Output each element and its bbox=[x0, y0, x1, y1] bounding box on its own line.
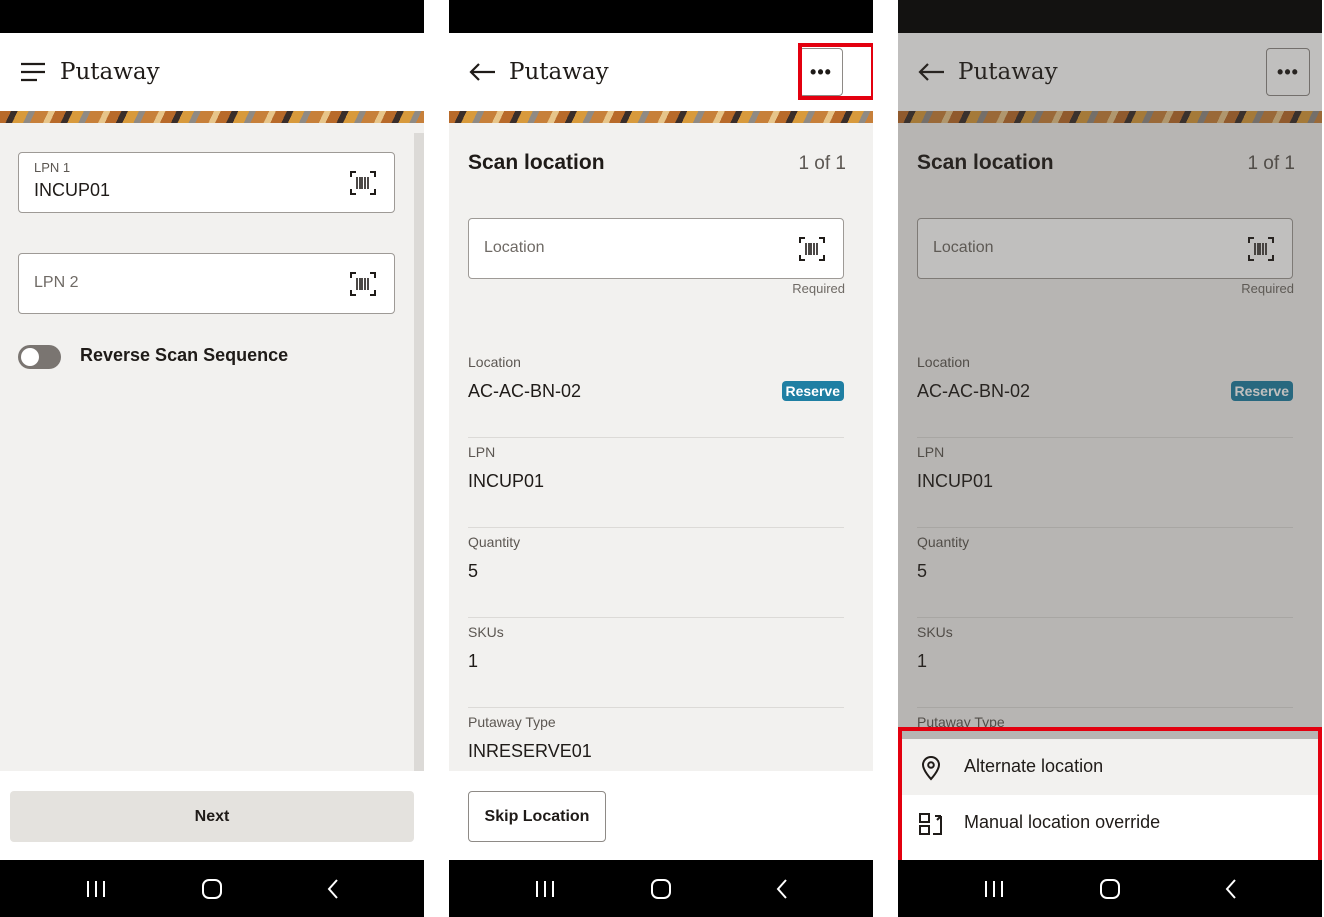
system-nav-bar bbox=[0, 860, 424, 917]
info-label: SKUs bbox=[468, 624, 504, 640]
location-field[interactable]: Location bbox=[468, 218, 844, 279]
scrollbar[interactable] bbox=[414, 133, 424, 771]
recent-apps-icon[interactable] bbox=[532, 876, 558, 902]
reverse-scan-label: Reverse Scan Sequence bbox=[80, 345, 289, 365]
required-hint: Required bbox=[792, 281, 845, 296]
lpn1-value[interactable]: INCUP01 bbox=[34, 180, 110, 201]
info-value: INCUP01 bbox=[468, 471, 545, 491]
info-value: 1 bbox=[468, 651, 479, 671]
info-label: Location bbox=[468, 354, 521, 370]
status-bar bbox=[449, 0, 873, 33]
info-label: Putaway Type bbox=[468, 714, 556, 730]
more-options-button[interactable]: ••• bbox=[799, 48, 843, 96]
screen-putaway-lpn: Putaway LPN 1 INCUP01 LPN 2 Reverse Scan… bbox=[0, 0, 424, 917]
info-row-quantity: Quantity 5 bbox=[468, 528, 844, 618]
menu-item-label: Manual location override bbox=[964, 812, 1161, 832]
home-icon[interactable] bbox=[648, 876, 674, 902]
back-icon[interactable] bbox=[320, 876, 346, 902]
home-icon[interactable] bbox=[1097, 876, 1123, 902]
lpn1-label: LPN 1 bbox=[34, 160, 71, 175]
footer: Next bbox=[0, 771, 424, 860]
app-bar: Putaway ••• bbox=[449, 33, 873, 111]
location-pin-icon bbox=[921, 755, 941, 781]
back-icon[interactable] bbox=[769, 876, 795, 902]
recent-apps-icon[interactable] bbox=[83, 876, 109, 902]
barcode-scan-icon[interactable] bbox=[799, 237, 825, 261]
toggle-knob bbox=[21, 348, 39, 366]
pager-text: 1 of 1 bbox=[798, 153, 846, 174]
info-row-location: Location AC-AC-BN-02 Reserve bbox=[468, 348, 844, 438]
home-icon[interactable] bbox=[199, 876, 225, 902]
barcode-scan-icon[interactable] bbox=[350, 272, 376, 296]
reserve-badge: Reserve bbox=[781, 381, 844, 401]
reverse-scan-toggle[interactable] bbox=[18, 345, 61, 369]
status-bar bbox=[0, 0, 424, 33]
action-sheet: Alternate location Manual location overr… bbox=[898, 739, 1322, 860]
footer: Skip Location bbox=[449, 771, 873, 860]
menu-item-alternate-location[interactable]: Alternate location bbox=[898, 739, 1322, 795]
screen-scan-location: Putaway ••• Scan location 1 of 1 Locatio… bbox=[449, 0, 873, 917]
page-title: Putaway bbox=[509, 59, 609, 85]
info-row-lpn: LPN INCUP01 bbox=[468, 438, 844, 528]
lpn1-field[interactable]: LPN 1 INCUP01 bbox=[18, 152, 395, 213]
main-content: LPN 1 INCUP01 LPN 2 Reverse Scan Sequenc… bbox=[0, 123, 424, 771]
system-nav-bar bbox=[898, 860, 1322, 917]
app-bar: Putaway bbox=[0, 33, 424, 111]
info-value: 5 bbox=[468, 561, 479, 581]
info-label: LPN bbox=[468, 444, 496, 460]
modal-scrim[interactable] bbox=[898, 0, 1322, 860]
main-content: Scan location 1 of 1 Location Required L… bbox=[449, 123, 873, 771]
more-icon: ••• bbox=[810, 61, 832, 82]
menu-item-label: Alternate location bbox=[964, 756, 1104, 776]
back-icon[interactable] bbox=[1218, 876, 1244, 902]
location-placeholder[interactable]: Location bbox=[484, 239, 545, 257]
info-value: INRESERVE01 bbox=[468, 741, 592, 761]
info-value: AC-AC-BN-02 bbox=[468, 381, 582, 401]
info-row-skus: SKUs 1 bbox=[468, 618, 844, 708]
barcode-scan-icon[interactable] bbox=[350, 171, 376, 195]
next-button[interactable]: Next bbox=[10, 791, 414, 842]
system-nav-bar bbox=[449, 860, 873, 917]
recent-apps-icon[interactable] bbox=[981, 876, 1007, 902]
decorative-banner bbox=[449, 111, 873, 123]
section-title: Scan location bbox=[468, 151, 605, 174]
back-arrow-icon[interactable] bbox=[467, 57, 497, 87]
menu-item-manual-location-override[interactable]: Manual location override bbox=[898, 795, 1322, 851]
screen-location-options: Putaway ••• Scan location 1 of 1 Locatio… bbox=[898, 0, 1322, 917]
manual-override-icon bbox=[919, 813, 942, 835]
skip-location-button[interactable]: Skip Location bbox=[468, 791, 606, 842]
info-label: Quantity bbox=[468, 534, 521, 550]
hamburger-menu-icon[interactable] bbox=[18, 57, 48, 87]
lpn2-placeholder[interactable]: LPN 2 bbox=[34, 274, 78, 292]
decorative-banner bbox=[0, 111, 424, 123]
lpn2-field[interactable]: LPN 2 bbox=[18, 253, 395, 314]
page-title: Putaway bbox=[60, 59, 160, 85]
